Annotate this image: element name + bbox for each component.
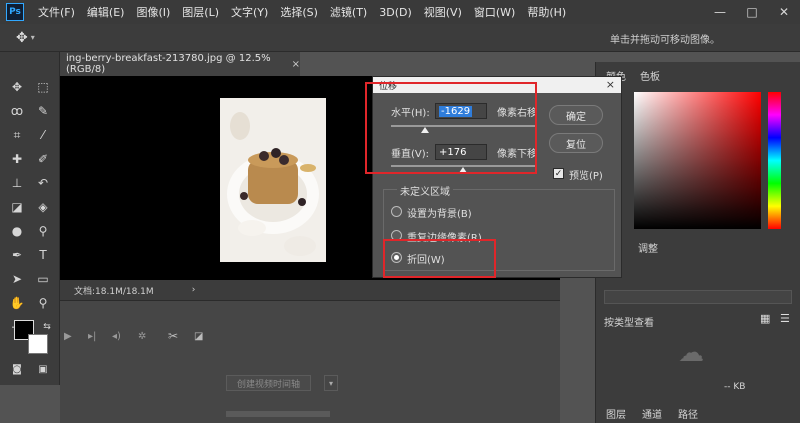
path-select-tool-icon[interactable]: ➤ xyxy=(6,268,28,290)
menu-edit[interactable]: 编辑(E) xyxy=(81,4,131,20)
timeline-scrollbar[interactable] xyxy=(226,411,330,417)
layer-filter-dropdown[interactable] xyxy=(604,290,792,304)
menu-image[interactable]: 图像(I) xyxy=(130,4,176,20)
minimize-button[interactable]: — xyxy=(704,0,736,24)
document-tab[interactable]: ing-berry-breakfast-213780.jpg @ 12.5%(R… xyxy=(60,52,300,76)
layers-tab[interactable]: 图层 xyxy=(606,406,626,421)
audio-icon[interactable]: ◂) xyxy=(112,331,121,342)
menu-type[interactable]: 文字(Y) xyxy=(225,4,274,20)
close-tab-icon[interactable]: × xyxy=(292,59,300,70)
move-icon[interactable]: ✥ xyxy=(16,30,28,46)
screen-mode-icon[interactable]: ▣ xyxy=(32,358,54,380)
ok-button[interactable]: 确定 xyxy=(549,105,603,125)
status-menu-arrow-icon[interactable]: › xyxy=(192,285,196,295)
move-tool-icon[interactable]: ✥ xyxy=(6,76,28,98)
pen-tool-icon[interactable]: ✒ xyxy=(6,244,28,266)
option-set-to-background[interactable]: 设置为背景(B) xyxy=(407,205,472,220)
quick-select-tool-icon[interactable]: ✎ xyxy=(32,100,54,122)
channels-tab[interactable]: 通道 xyxy=(642,406,662,421)
menu-view[interactable]: 视图(V) xyxy=(418,4,468,20)
healing-brush-tool-icon[interactable]: ✚ xyxy=(6,148,28,170)
hue-slider[interactable] xyxy=(768,92,781,229)
menu-layer[interactable]: 图层(L) xyxy=(176,4,225,20)
dialog-close-icon[interactable]: × xyxy=(606,78,615,91)
zoom-tool-icon[interactable]: ⚲ xyxy=(32,292,54,314)
hand-tool-icon[interactable]: ✋ xyxy=(6,292,28,314)
timeline-dropdown-icon[interactable]: ▾ xyxy=(324,375,338,391)
filter-type-label[interactable]: 按类型查看 xyxy=(604,314,654,329)
reset-button[interactable]: 复位 xyxy=(549,133,603,153)
right-panel-dock: 颜色 色板 调整 按类型查看 ▦ ☰ ☁ -- KB 图层 通道 路径 xyxy=(595,62,800,423)
tab-adjustments[interactable]: 调整 xyxy=(638,240,658,255)
timeline-panel: ▶ ▸| ◂) ✲ ✂ ◪ 创建视频时间轴 ▾ xyxy=(60,300,560,423)
paths-tab[interactable]: 路径 xyxy=(678,406,698,421)
document-tab-title: ing-berry-breakfast-213780.jpg @ 12.5%(R… xyxy=(66,53,271,75)
marquee-tool-icon[interactable]: ⬚ xyxy=(32,76,54,98)
close-window-button[interactable]: ✕ xyxy=(768,0,800,24)
options-bar: ✥ ▾ 单击并拖动可移动图像。 xyxy=(0,24,800,52)
chevron-down-icon[interactable]: ▾ xyxy=(31,33,35,42)
history-brush-tool-icon[interactable]: ↶ xyxy=(32,172,54,194)
create-video-timeline-button[interactable]: 创建视频时间轴 xyxy=(226,375,312,391)
type-tool-icon[interactable]: T xyxy=(32,244,54,266)
blur-tool-icon[interactable]: ● xyxy=(6,220,28,242)
tab-swatches[interactable]: 色板 xyxy=(640,68,660,83)
next-frame-icon[interactable]: ▸| xyxy=(88,331,96,342)
swap-colors-icon[interactable]: ⇆ xyxy=(36,316,58,338)
document-size-text: 文档:18.1M/18.1M xyxy=(74,286,154,297)
pancake-image xyxy=(220,98,326,262)
preview-label: 预览(P) xyxy=(569,171,603,182)
settings-gear-icon[interactable]: ✲ xyxy=(138,331,146,342)
eyedropper-tool-icon[interactable]: ⁄ xyxy=(32,124,54,146)
split-scissor-icon[interactable]: ✂ xyxy=(168,329,178,343)
list-view-icon[interactable]: ☰ xyxy=(780,312,790,325)
menu-filter[interactable]: 滤镜(T) xyxy=(324,4,373,20)
color-picker-field[interactable] xyxy=(634,92,761,229)
radio-set-to-background[interactable] xyxy=(391,206,402,217)
tools-panel: ✥ ⬚ ꝏ ✎ ⌗ ⁄ ✚ ✐ ⊥ ↶ ◪ ◈ ● ⚲ ✒ T ➤ ▭ ✋ ⚲ … xyxy=(0,52,60,385)
maximize-button[interactable]: □ xyxy=(736,0,768,24)
menu-bar: Ps 文件(F) 编辑(E) 图像(I) 图层(L) 文字(Y) 选择(S) 滤… xyxy=(0,0,800,24)
pancake-photo xyxy=(220,98,326,262)
clone-stamp-tool-icon[interactable]: ⊥ xyxy=(6,172,28,194)
library-size-label: -- KB xyxy=(724,382,746,392)
options-hint-text: 单击并拖动可移动图像。 xyxy=(610,35,720,46)
menu-3d[interactable]: 3D(D) xyxy=(373,6,418,19)
undefined-area-title: 未定义区域 xyxy=(397,183,453,198)
highlight-wrap-around-option xyxy=(383,239,496,278)
dodge-tool-icon[interactable]: ⚲ xyxy=(32,220,54,242)
photoshop-logo-icon: Ps xyxy=(6,3,24,21)
paint-bucket-tool-icon[interactable]: ◈ xyxy=(32,196,54,218)
rectangle-tool-icon[interactable]: ▭ xyxy=(32,268,54,290)
quick-mask-icon[interactable]: ◙ xyxy=(6,358,28,380)
grid-view-icon[interactable]: ▦ xyxy=(760,312,770,325)
transition-icon[interactable]: ◪ xyxy=(194,331,203,342)
eraser-tool-icon[interactable]: ◪ xyxy=(6,196,28,218)
creative-cloud-icon: ☁ xyxy=(678,338,704,368)
brush-tool-icon[interactable]: ✐ xyxy=(32,148,54,170)
play-icon[interactable]: ▶ xyxy=(64,331,72,342)
lasso-tool-icon[interactable]: ꝏ xyxy=(6,100,28,122)
menu-help[interactable]: 帮助(H) xyxy=(521,4,572,20)
highlight-offset-fields xyxy=(365,82,537,174)
crop-tool-icon[interactable]: ⌗ xyxy=(6,124,28,146)
menu-file[interactable]: 文件(F) xyxy=(32,4,81,20)
menu-select[interactable]: 选择(S) xyxy=(274,4,324,20)
menu-window[interactable]: 窗口(W) xyxy=(468,4,521,20)
preview-checkbox[interactable]: ✓ xyxy=(553,168,564,179)
status-bar: 文档:18.1M/18.1M › xyxy=(60,280,560,300)
